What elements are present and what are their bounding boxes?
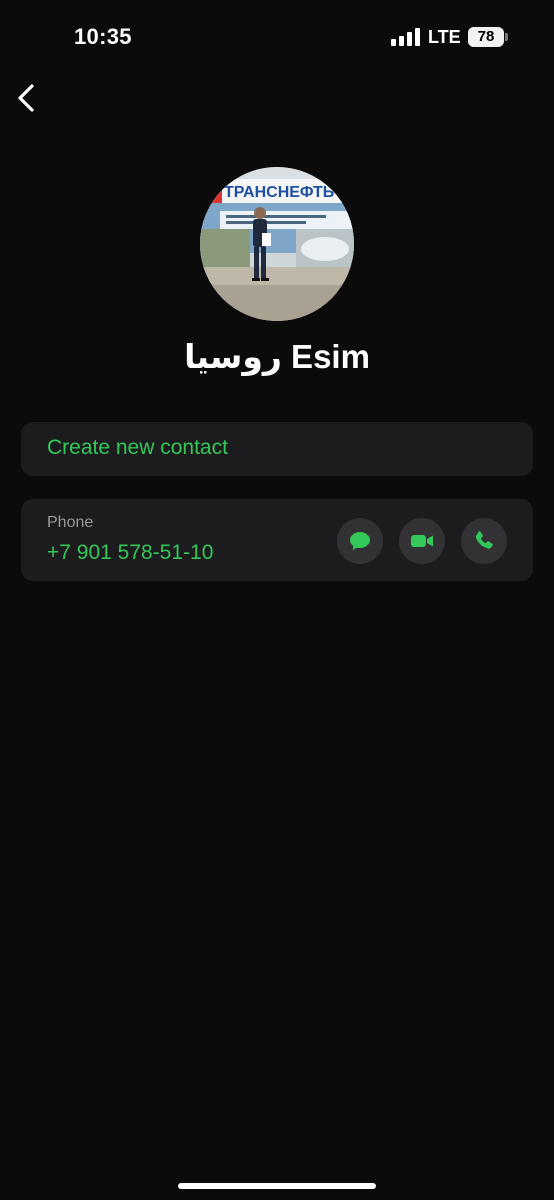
call-button[interactable]: [461, 518, 507, 564]
battery-icon: 78: [468, 27, 504, 47]
phone-label: Phone: [47, 514, 94, 531]
avatar-photo: ТРАНСНЕФТЬ: [200, 167, 354, 321]
chevron-left-icon: [18, 84, 34, 112]
message-icon: [350, 532, 370, 550]
phone-number[interactable]: +7 901 578-51-10: [47, 541, 213, 565]
phone-card: Phone +7 901 578-51-10: [21, 499, 533, 581]
create-new-contact-button[interactable]: Create new contact: [21, 422, 533, 476]
signal-strength-icon: [391, 28, 421, 46]
video-icon: [411, 535, 433, 547]
status-time: 10:35: [74, 24, 132, 49]
battery-cap: [505, 33, 508, 41]
contact-name: روسيا Esim: [184, 338, 370, 375]
home-indicator[interactable]: [178, 1183, 376, 1189]
battery-percentage: 78: [477, 28, 495, 45]
avatar-banner-text: ТРАНСНЕФТЬ: [224, 184, 334, 201]
message-button[interactable]: [337, 518, 383, 564]
avatar[interactable]: ТРАНСНЕФТЬ: [200, 167, 354, 321]
video-call-button[interactable]: [399, 518, 445, 564]
network-type: LTE: [428, 27, 461, 47]
status-bar: 10:35 LTE 78: [0, 0, 554, 70]
back-button[interactable]: [10, 78, 46, 118]
phone-icon: [475, 531, 493, 549]
create-new-contact-label: Create new contact: [47, 436, 228, 459]
